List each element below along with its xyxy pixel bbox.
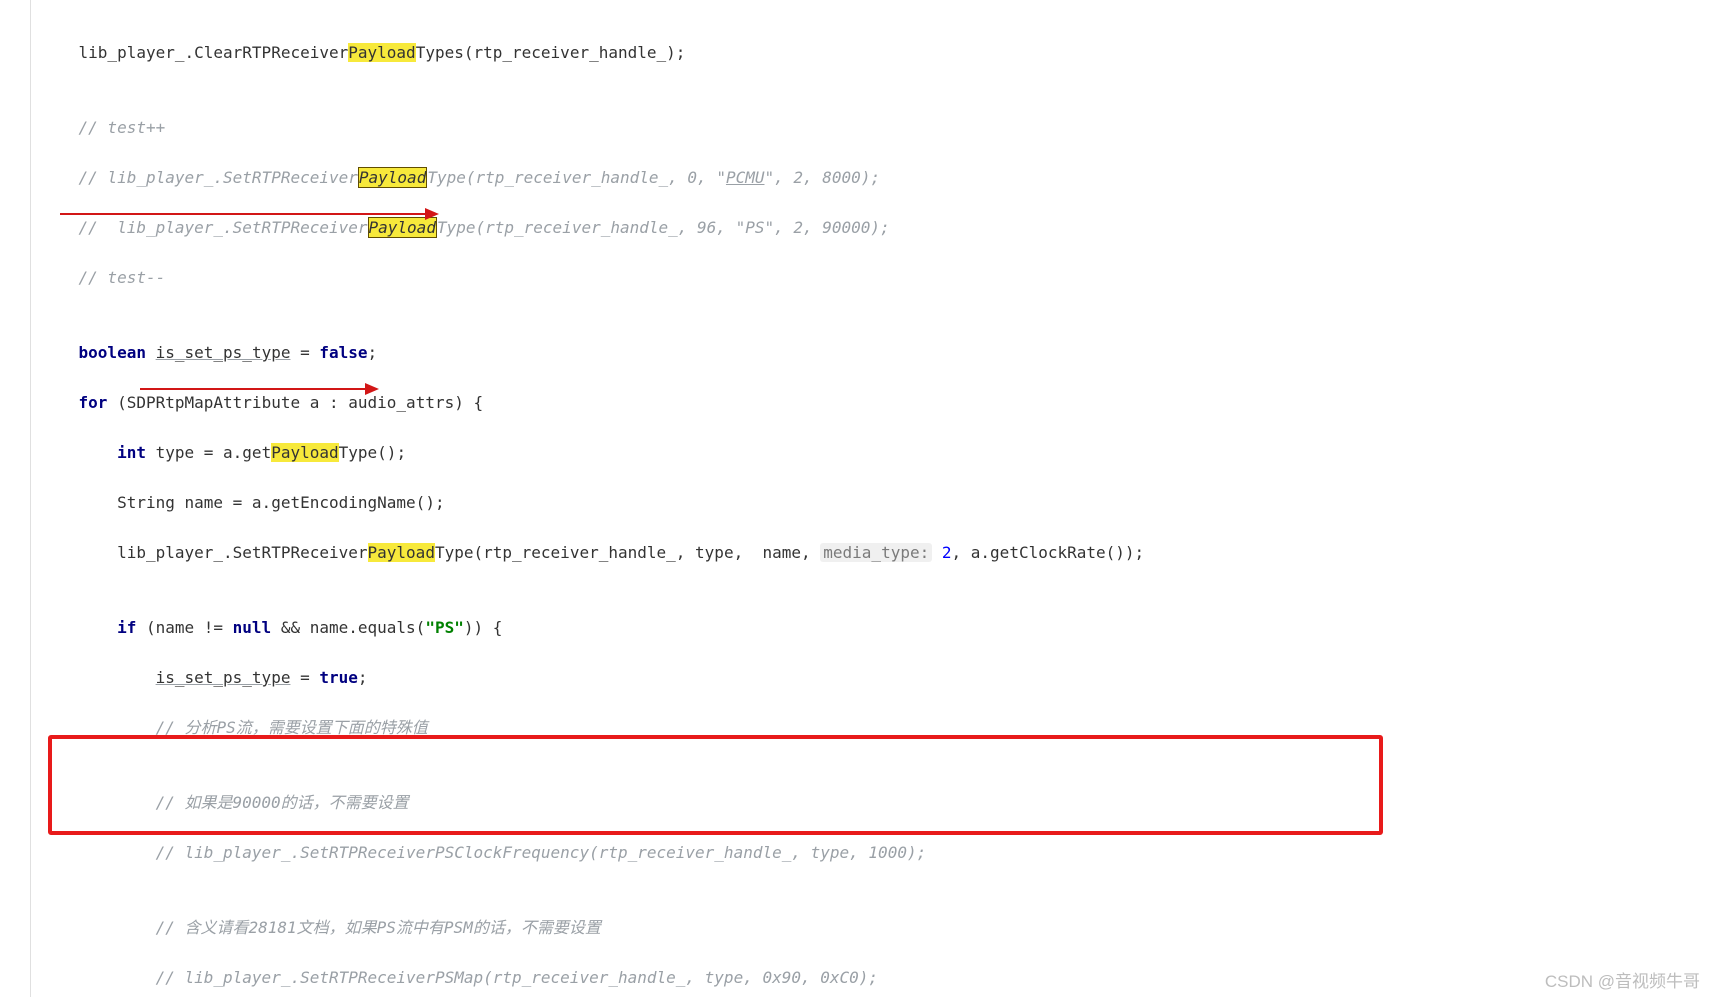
highlight-payload: Payload <box>368 217 437 238</box>
code-line: // test++ <box>40 115 1715 140</box>
code-line: // lib_player_.SetRTPReceiverPSClockFreq… <box>40 840 1715 865</box>
code-line: int type = a.getPayloadType(); <box>40 440 1715 465</box>
code-block: lib_player_.ClearRTPReceiverPayloadTypes… <box>40 15 1715 997</box>
code-editor-viewport: lib_player_.ClearRTPReceiverPayloadTypes… <box>0 0 1715 997</box>
watermark-text: CSDN @音视频牛哥 <box>1545 967 1700 992</box>
code-line: is_set_ps_type = true; <box>40 665 1715 690</box>
highlight-payload: Payload <box>358 167 427 188</box>
highlight-payload: Payload <box>348 43 415 62</box>
code-line: // lib_player_.SetRTPReceiverPayloadType… <box>40 165 1715 190</box>
code-line: // 含义请看28181文档，如果PS流中有PSM的话，不需要设置 <box>40 915 1715 940</box>
code-line: if (name != null && name.equals("PS")) { <box>40 615 1715 640</box>
code-line: // test-- <box>40 265 1715 290</box>
annotation-box <box>48 735 1383 835</box>
highlight-payload: Payload <box>271 443 338 462</box>
code-line: String name = a.getEncodingName(); <box>40 490 1715 515</box>
code-line: boolean is_set_ps_type = false; <box>40 340 1715 365</box>
code-line: for (SDPRtpMapAttribute a : audio_attrs)… <box>40 390 1715 415</box>
code-line: lib_player_.SetRTPReceiverPayloadType(rt… <box>40 540 1715 565</box>
code-line: // lib_player_.SetRTPReceiverPayloadType… <box>40 215 1715 240</box>
code-line: lib_player_.ClearRTPReceiverPayloadTypes… <box>40 40 1715 65</box>
highlight-payload: Payload <box>368 543 435 562</box>
line-number-gutter <box>0 0 31 997</box>
param-hint-media-type: media_type: <box>820 543 932 562</box>
code-line: // lib_player_.SetRTPReceiverPSMap(rtp_r… <box>40 965 1715 990</box>
